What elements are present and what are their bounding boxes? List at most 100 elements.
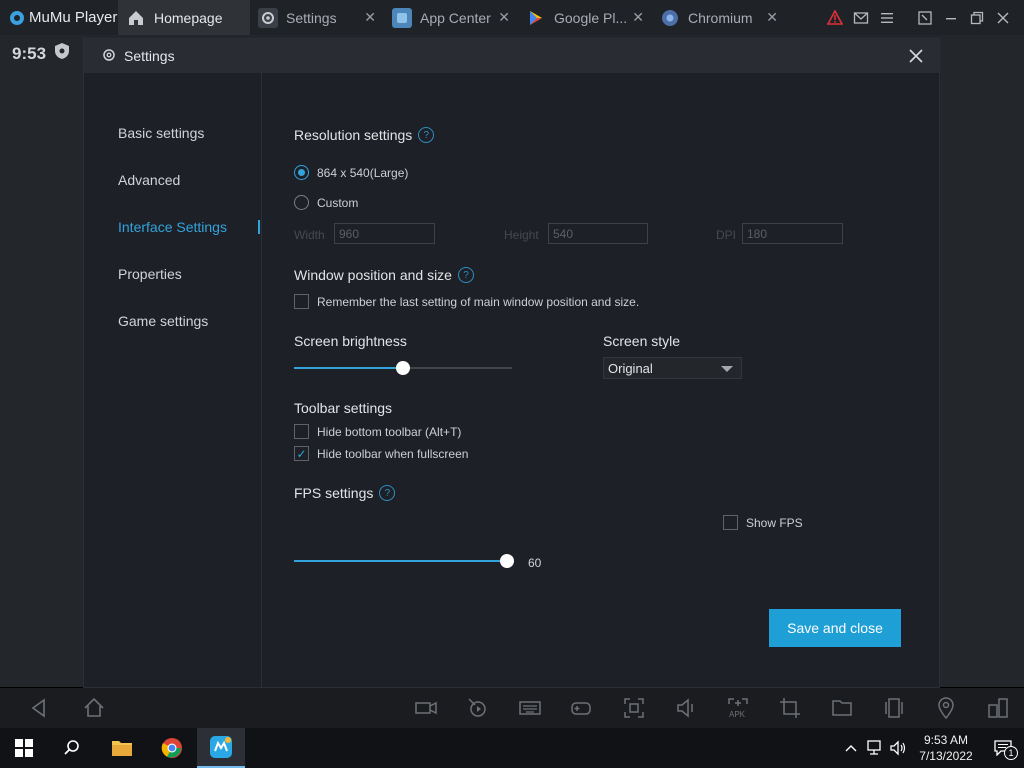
tab-settings[interactable]: Settings ✕: [250, 0, 384, 35]
windows-start-icon[interactable]: [0, 728, 48, 768]
restore-icon[interactable]: [964, 0, 990, 35]
section-label: Resolution settings: [294, 127, 413, 143]
notification-count: 1: [1004, 746, 1018, 760]
keyboard-icon[interactable]: [516, 694, 544, 722]
checkbox[interactable]: [294, 424, 309, 439]
speaker-icon[interactable]: [886, 740, 910, 756]
checkbox[interactable]: [294, 294, 309, 309]
rotate-icon[interactable]: [880, 694, 908, 722]
height-input[interactable]: [548, 223, 648, 244]
shake-icon[interactable]: [464, 694, 492, 722]
close-icon[interactable]: ✕: [766, 9, 778, 26]
network-icon[interactable]: [862, 740, 886, 756]
nav-game-settings[interactable]: Game settings: [118, 313, 208, 329]
checkbox[interactable]: [723, 515, 738, 530]
tab-label: Homepage: [154, 9, 223, 26]
nav-interface-settings[interactable]: Interface Settings: [118, 219, 227, 235]
save-and-close-button[interactable]: Save and close: [769, 609, 901, 647]
nav-basic-settings[interactable]: Basic settings: [118, 125, 204, 141]
section-label: Screen brightness: [294, 333, 407, 349]
close-icon[interactable]: [907, 47, 925, 65]
settings-nav: Basic settings Advanced Interface Settin…: [84, 73, 262, 687]
app-brand: MuMu Player: [0, 0, 118, 35]
resolution-title: Resolution settings ?: [294, 127, 435, 143]
fps-settings-title: FPS settings ?: [294, 485, 396, 501]
notification-center-icon[interactable]: 1: [982, 740, 1024, 760]
tab-homepage[interactable]: Homepage: [118, 0, 250, 35]
video-record-icon[interactable]: [412, 694, 440, 722]
tab-google-play[interactable]: Google Pl... ✕: [518, 0, 652, 35]
slider-thumb[interactable]: [500, 554, 514, 568]
nav-properties[interactable]: Properties: [118, 266, 182, 282]
minimize-icon[interactable]: [938, 0, 964, 35]
brightness-slider[interactable]: [294, 361, 512, 375]
radio-button[interactable]: [294, 195, 309, 210]
settings-content: Resolution settings ? 864 x 540(Large) C…: [294, 73, 939, 687]
section-label: Screen style: [603, 333, 681, 349]
help-icon[interactable]: ?: [457, 267, 474, 283]
remember-position-option[interactable]: Remember the last setting of main window…: [294, 294, 639, 309]
slider-thumb[interactable]: [396, 361, 410, 375]
multi-window-icon[interactable]: [984, 694, 1012, 722]
close-icon[interactable]: ✕: [632, 9, 644, 26]
crop-icon[interactable]: [776, 694, 804, 722]
search-icon[interactable]: [48, 728, 96, 768]
dpi-input[interactable]: [742, 223, 843, 244]
width-input[interactable]: [334, 223, 435, 244]
location-icon[interactable]: [932, 694, 960, 722]
slider-fill: [294, 367, 403, 369]
apk-install-icon[interactable]: APK: [724, 694, 752, 722]
option-label: Hide toolbar when fullscreen: [317, 446, 469, 461]
warning-icon[interactable]: [822, 0, 848, 35]
nav-advanced[interactable]: Advanced: [118, 172, 180, 188]
slider-fill: [294, 560, 507, 562]
mumu-player-taskbar-icon[interactable]: [197, 728, 245, 768]
system-clock[interactable]: 9:53 AM 7/13/2022: [910, 732, 982, 764]
option-label: Show FPS: [746, 515, 803, 530]
clock-time: 9:53 AM: [923, 733, 969, 747]
hide-toolbar-fullscreen-option[interactable]: ✓ Hide toolbar when fullscreen: [294, 446, 468, 461]
volume-icon[interactable]: [672, 694, 700, 722]
file-explorer-icon[interactable]: [98, 728, 146, 768]
help-icon[interactable]: ?: [418, 127, 435, 143]
section-label: Toolbar settings: [294, 400, 393, 416]
home-icon[interactable]: [80, 694, 108, 722]
clock-date: 7/13/2022: [919, 749, 973, 763]
windows-taskbar: 9:53 AM 7/13/2022 1: [0, 728, 1024, 768]
tab-label: App Center: [420, 9, 491, 26]
gamepad-icon[interactable]: [568, 694, 596, 722]
close-icon[interactable]: ✕: [498, 9, 510, 26]
title-bar: MuMu Player Homepage Settings ✕ App Cent…: [0, 0, 1024, 35]
folder-icon[interactable]: [828, 694, 856, 722]
chevron-up-icon[interactable]: [840, 743, 862, 753]
screen-style-select[interactable]: Original: [603, 357, 742, 379]
screen-style-title: Screen style: [603, 333, 680, 349]
dialog-header: Settings: [84, 39, 939, 73]
tab-chromium[interactable]: Chromium ✕: [652, 0, 786, 35]
screenshot-icon[interactable]: [620, 694, 648, 722]
close-window-icon[interactable]: [990, 0, 1016, 35]
option-label: Hide bottom toolbar (Alt+T): [317, 424, 462, 439]
mail-icon[interactable]: [848, 0, 874, 35]
fps-slider[interactable]: [294, 554, 514, 568]
menu-icon[interactable]: [874, 0, 900, 35]
chrome-icon[interactable]: [148, 728, 196, 768]
back-icon[interactable]: [25, 694, 53, 722]
dialog-title: Settings: [124, 48, 175, 64]
shrink-icon[interactable]: [912, 0, 938, 35]
tab-label: Google Pl...: [554, 9, 628, 26]
android-time: 9:53: [12, 43, 47, 63]
tab-label: Settings: [286, 9, 337, 26]
close-icon[interactable]: ✕: [364, 9, 376, 26]
toolbar-settings-title: Toolbar settings: [294, 400, 392, 416]
resolution-large-option[interactable]: 864 x 540(Large): [294, 165, 408, 180]
hide-bottom-toolbar-option[interactable]: Hide bottom toolbar (Alt+T): [294, 424, 461, 439]
show-fps-option[interactable]: Show FPS: [723, 515, 803, 530]
window-controls: [822, 0, 1024, 35]
resolution-custom-option[interactable]: Custom: [294, 195, 358, 210]
shield-icon: [54, 42, 70, 65]
help-icon[interactable]: ?: [379, 485, 396, 501]
checkbox-checked[interactable]: ✓: [294, 446, 309, 461]
tab-app-center[interactable]: App Center ✕: [384, 0, 518, 35]
radio-button[interactable]: [294, 165, 309, 180]
